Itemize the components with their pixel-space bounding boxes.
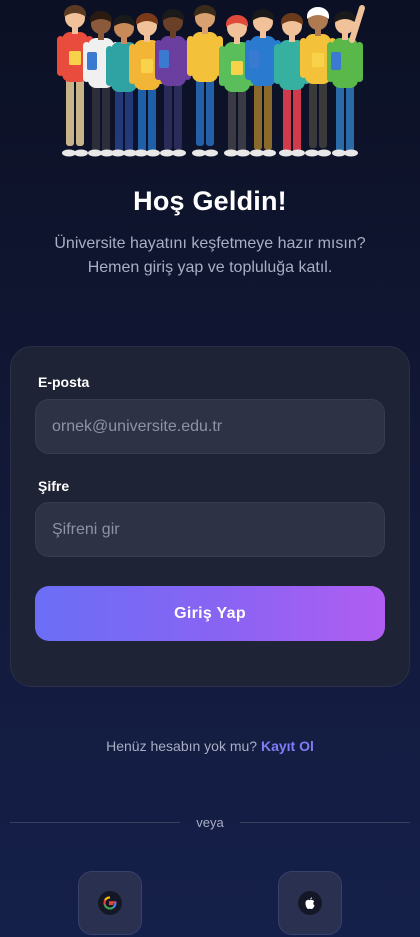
signup-prompt: Henüz hesabın yok mu? Kayıt Ol [0,738,420,754]
email-field[interactable] [35,399,385,454]
student-figure [187,5,223,157]
welcome-subtitle-line-2: Hemen giriş yap ve topluluğa katıl. [87,259,333,276]
signup-link[interactable]: Kayıt Ol [261,738,314,754]
signup-prompt-text: Henüz hesabın yok mu? [106,738,258,754]
divider-text: veya [196,815,224,830]
welcome-subtitle-line-1: Üniversite hayatını keşfetmeye hazır mıs… [54,235,366,252]
password-field[interactable] [35,502,385,557]
google-icon [103,896,117,910]
apple-icon [305,896,315,909]
login-button[interactable]: Giriş Yap [35,586,385,641]
student-figure [274,13,310,157]
password-label: Şifre [38,478,70,494]
email-label: E-posta [38,374,90,390]
student-figure [327,11,363,157]
welcome-title: Hoş Geldin! [133,186,287,216]
student-figure [219,15,255,157]
apple-login-button[interactable] [278,871,342,935]
google-login-button[interactable] [78,871,142,935]
welcome-subtitle: Üniversite hayatını keşfetmeye hazır mıs… [0,232,420,280]
students-illustration [57,5,365,157]
